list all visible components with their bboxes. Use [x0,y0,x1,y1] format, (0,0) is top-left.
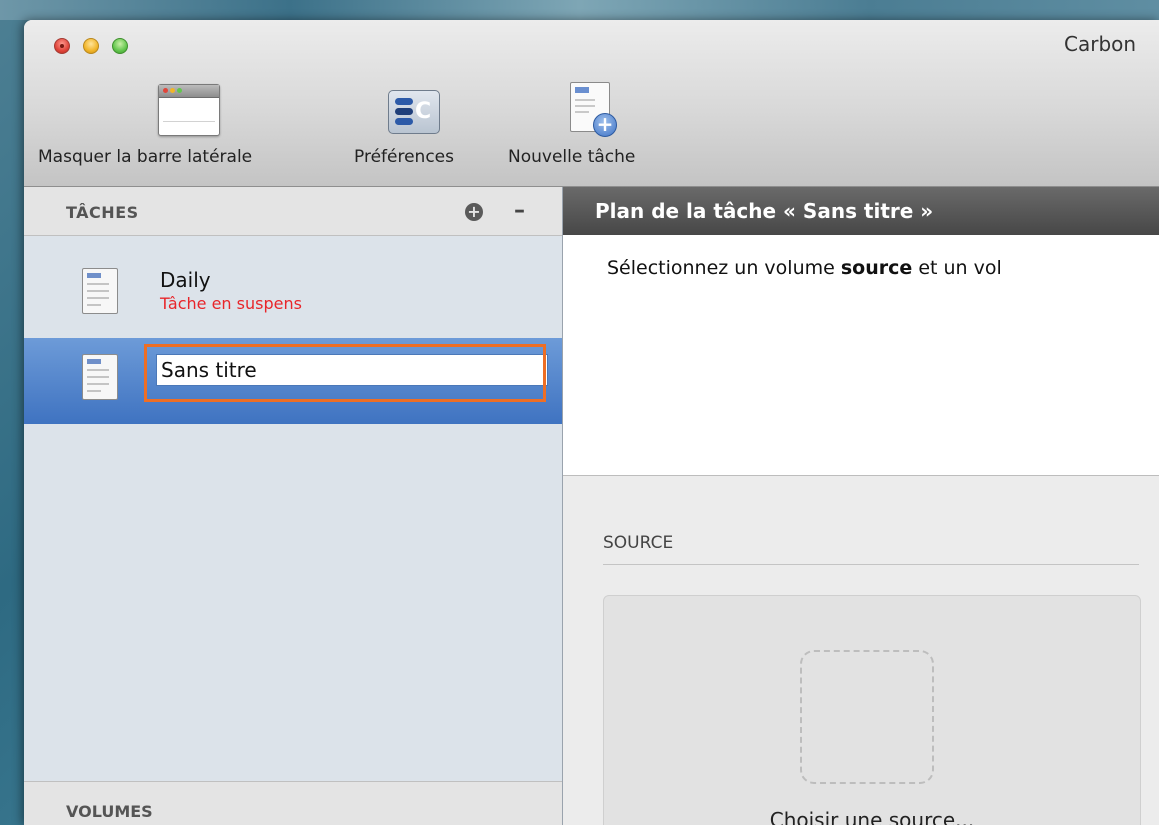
volumes-section-header: VOLUMES [24,781,562,825]
tasks-section-header: TÂCHES + – [24,187,562,236]
plan-header: Plan de la tâche « Sans titre » [563,187,1159,235]
tasks-section-title: TÂCHES [66,203,139,222]
sidebar: TÂCHES + – Daily Tâche en suspens Sans t… [24,187,563,825]
window-title: Carbon [1064,32,1137,56]
divider [603,564,1139,565]
source-selector[interactable]: Choisir une source... [603,595,1141,825]
minimize-window-button[interactable] [83,38,99,54]
instruction-area: Sélectionnez un volume source et un vol [563,235,1159,476]
volumes-section-title: VOLUMES [66,802,153,821]
titlebar-toolbar: Carbon Masquer la barre latérale C Préfé… [24,20,1159,187]
source-section-label: SOURCE [603,533,674,553]
task-item-sans-titre[interactable] [24,338,562,424]
task-name: Daily [160,268,211,292]
preferences-button[interactable]: Préférences [354,147,454,167]
instruction-text: Sélectionnez un volume source et un vol [607,257,1002,279]
desktop-background [0,0,1159,20]
task-document-icon [82,268,118,314]
preferences-icon[interactable]: C [388,90,440,134]
minus-icon[interactable]: – [514,198,525,223]
new-task-icon[interactable]: + [570,82,617,137]
task-item-daily[interactable]: Daily Tâche en suspens [24,252,562,338]
plan-title: Plan de la tâche « Sans titre » [595,199,934,223]
zoom-window-button[interactable] [112,38,128,54]
hide-sidebar-button[interactable]: Masquer la barre latérale [38,147,252,167]
app-window: Carbon Masquer la barre latérale C Préfé… [24,20,1159,825]
task-status: Tâche en suspens [160,294,302,313]
task-name-input[interactable] [156,354,548,386]
close-window-button[interactable] [54,38,70,54]
hide-sidebar-icon[interactable] [158,84,220,136]
choose-source-label: Choisir une source... [769,808,975,825]
source-drop-target[interactable] [800,650,934,784]
plus-circle-icon[interactable]: + [465,203,483,221]
task-document-icon [82,354,118,400]
new-task-button[interactable]: Nouvelle tâche [508,147,635,167]
main-panel: Plan de la tâche « Sans titre » Sélectio… [563,187,1159,825]
